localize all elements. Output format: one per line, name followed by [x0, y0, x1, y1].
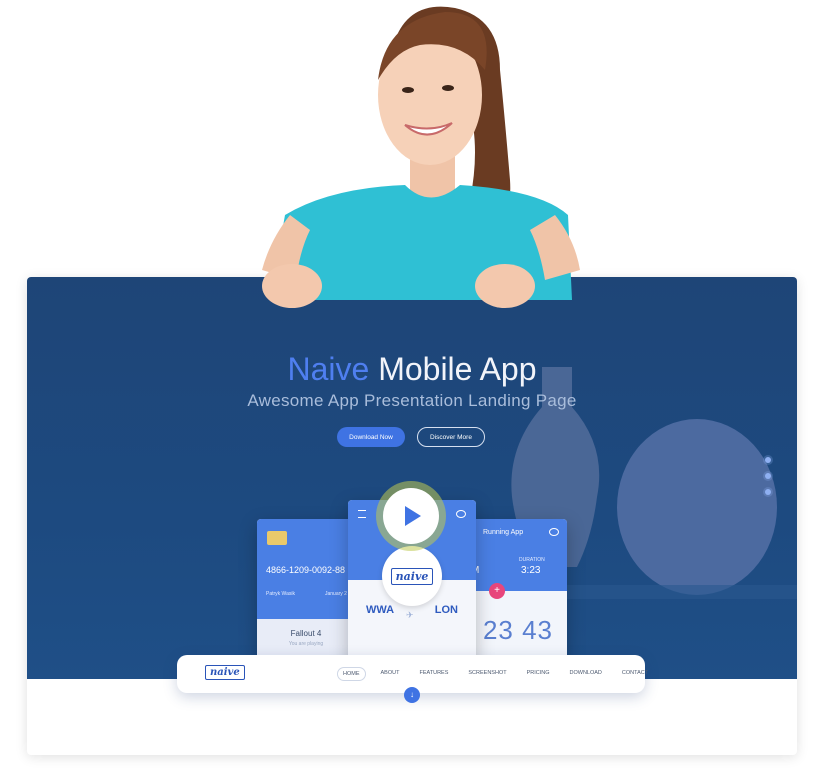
- download-now-button[interactable]: Download Now: [337, 427, 405, 447]
- card-date: January 2: [325, 591, 347, 597]
- browser-panel:  ● ▦ Naive Mobile App Awesome App Prese…: [27, 277, 797, 755]
- nav-link-features[interactable]: FEATURES: [414, 667, 453, 681]
- pagination-dot[interactable]: [765, 473, 771, 479]
- video-play-button[interactable]: [376, 481, 446, 551]
- hero-section:  ● ▦ Naive Mobile App Awesome App Prese…: [27, 277, 797, 679]
- route-from: WWA: [366, 604, 395, 616]
- platform-icons:  ● ▦: [382, 291, 436, 301]
- discover-more-button[interactable]: Discover More: [417, 427, 485, 447]
- round-vase-decoration: [617, 419, 777, 595]
- game-subtitle: You are playing: [288, 641, 324, 647]
- add-icon[interactable]: +: [489, 583, 505, 599]
- slide-pagination: [765, 457, 771, 495]
- nav-link-home[interactable]: HOME: [337, 667, 366, 681]
- nav-links: HOME ABOUT FEATURES SCREENSHOT PRICING D…: [337, 667, 653, 681]
- pagination-dot[interactable]: [765, 489, 771, 495]
- eye-icon: [549, 528, 559, 536]
- nav-link-contact[interactable]: CONTACT: [617, 667, 653, 681]
- nav-link-about[interactable]: ABOUT: [376, 667, 405, 681]
- duration-value: 3:23: [521, 565, 541, 576]
- apple-icon[interactable]: : [382, 291, 392, 301]
- card-chip-icon: [267, 531, 287, 545]
- nav-logo[interactable]: naive: [205, 665, 245, 680]
- nav-link-screenshot[interactable]: SCREENSHOT: [463, 667, 511, 681]
- card-number: 4866-1209-0092-88: [266, 565, 346, 575]
- app-logo: naive: [390, 567, 434, 585]
- game-title: Fallout 4: [290, 629, 322, 638]
- nav-link-pricing[interactable]: PRICING: [522, 667, 555, 681]
- play-icon: [405, 506, 421, 526]
- duration-label: DURATION: [519, 557, 545, 563]
- windows-icon[interactable]: ▦: [426, 291, 436, 301]
- clock-value: 23 43: [482, 615, 554, 645]
- hero-title-rest: Mobile App: [378, 351, 537, 387]
- hero-title-accent: Naive: [287, 351, 370, 387]
- android-icon[interactable]: ●: [404, 291, 414, 301]
- plane-icon: ✈: [406, 610, 414, 620]
- eye-icon: [456, 510, 466, 518]
- woman-photo: [262, 6, 580, 308]
- card-holder: Patryk Wasik: [266, 591, 295, 597]
- menu-icon: [358, 510, 366, 518]
- route-to: LON: [434, 604, 458, 616]
- app-logo-badge: naive: [382, 546, 442, 606]
- running-app-title: Running App: [483, 529, 524, 536]
- hero-subtitle: Awesome App Presentation Landing Page: [247, 391, 577, 410]
- pagination-dot[interactable]: [765, 457, 771, 463]
- nav-link-download[interactable]: DOWNLOAD: [565, 667, 607, 681]
- hero-title: Naive Mobile App: [27, 351, 797, 388]
- scroll-down-button[interactable]: ↓: [404, 687, 420, 703]
